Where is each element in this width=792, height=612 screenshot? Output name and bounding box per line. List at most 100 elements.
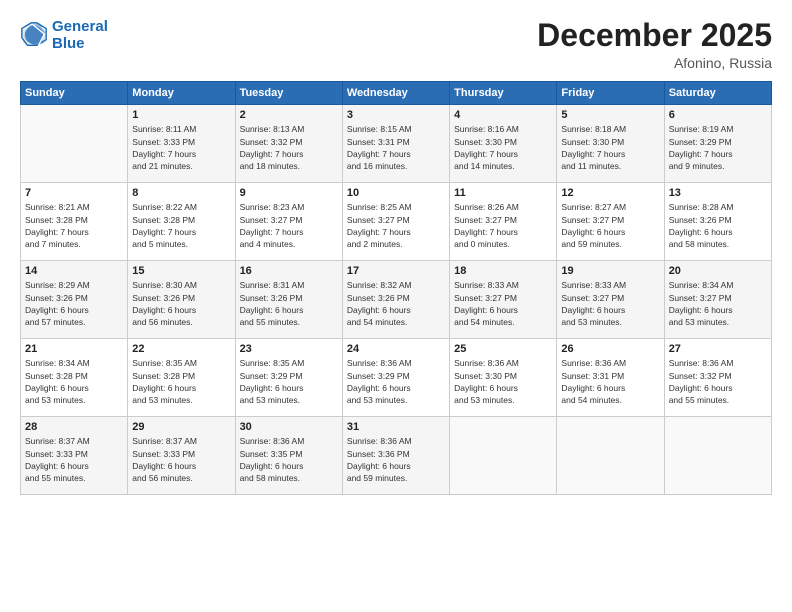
day-number: 10	[347, 187, 445, 199]
logo-icon	[20, 21, 48, 49]
day-info: Sunrise: 8:33 AM Sunset: 3:27 PM Dayligh…	[561, 279, 659, 328]
header: General Blue December 2025 Afonino, Russ…	[20, 18, 772, 71]
title-block: December 2025 Afonino, Russia	[537, 18, 772, 71]
day-cell: 17 Sunrise: 8:32 AM Sunset: 3:26 PM Dayli…	[342, 261, 449, 339]
day-info: Sunrise: 8:32 AM Sunset: 3:26 PM Dayligh…	[347, 279, 445, 328]
day-cell	[664, 417, 771, 495]
day-cell: 5Sunrise: 8:18 AM Sunset: 3:30 PM Daylig…	[557, 105, 664, 183]
day-number: 1	[132, 109, 230, 121]
day-info: Sunrise: 8:15 AM Sunset: 3:31 PM Dayligh…	[347, 123, 445, 172]
day-info: Sunrise: 8:37 AM Sunset: 3:33 PM Dayligh…	[132, 435, 230, 484]
header-day-friday: Friday	[557, 82, 664, 105]
day-info: Sunrise: 8:11 AM Sunset: 3:33 PM Dayligh…	[132, 123, 230, 172]
page: General Blue December 2025 Afonino, Russ…	[0, 0, 792, 612]
location: Afonino, Russia	[537, 55, 772, 71]
calendar-table: SundayMondayTuesdayWednesdayThursdayFrid…	[20, 81, 772, 495]
week-row-4: 21 Sunrise: 8:34 AM Sunset: 3:28 PM Dayli…	[21, 339, 772, 417]
week-row-2: 7Sunrise: 8:21 AM Sunset: 3:28 PM Daylig…	[21, 183, 772, 261]
day-cell: 24Sunrise: 8:36 AM Sunset: 3:29 PM Dayli…	[342, 339, 449, 417]
day-info: Sunrise: 8:26 AM Sunset: 3:27 PM Dayligh…	[454, 201, 552, 250]
day-number: 15	[132, 265, 230, 277]
day-number: 5	[561, 109, 659, 121]
day-info: Sunrise: 8:35 AM Sunset: 3:29 PM Dayligh…	[240, 357, 338, 406]
day-cell: 7Sunrise: 8:21 AM Sunset: 3:28 PM Daylig…	[21, 183, 128, 261]
day-cell: 9 Sunrise: 8:23 AM Sunset: 3:27 PM Daylig…	[235, 183, 342, 261]
day-number: 16	[240, 265, 338, 277]
day-cell: 14 Sunrise: 8:29 AM Sunset: 3:26 PM Dayli…	[21, 261, 128, 339]
day-number: 31	[347, 421, 445, 433]
day-cell: 8 Sunrise: 8:22 AM Sunset: 3:28 PM Daylig…	[128, 183, 235, 261]
day-cell: 21 Sunrise: 8:34 AM Sunset: 3:28 PM Dayli…	[21, 339, 128, 417]
month-title: December 2025	[537, 18, 772, 53]
day-info: Sunrise: 8:28 AM Sunset: 3:26 PM Dayligh…	[669, 201, 767, 250]
day-cell: 23Sunrise: 8:35 AM Sunset: 3:29 PM Dayli…	[235, 339, 342, 417]
day-cell: 1 Sunrise: 8:11 AM Sunset: 3:33 PM Daylig…	[128, 105, 235, 183]
day-cell: 2 Sunrise: 8:13 AM Sunset: 3:32 PM Daylig…	[235, 105, 342, 183]
day-number: 4	[454, 109, 552, 121]
day-info: Sunrise: 8:36 AM Sunset: 3:32 PM Dayligh…	[669, 357, 767, 406]
day-number: 8	[132, 187, 230, 199]
day-number: 21	[25, 343, 123, 355]
day-cell: 12 Sunrise: 8:27 AM Sunset: 3:27 PM Dayli…	[557, 183, 664, 261]
day-info: Sunrise: 8:37 AM Sunset: 3:33 PM Dayligh…	[25, 435, 123, 484]
day-info: Sunrise: 8:36 AM Sunset: 3:31 PM Dayligh…	[561, 357, 659, 406]
day-cell: 28 Sunrise: 8:37 AM Sunset: 3:33 PM Dayli…	[21, 417, 128, 495]
day-cell: 16 Sunrise: 8:31 AM Sunset: 3:26 PM Dayli…	[235, 261, 342, 339]
day-number: 9	[240, 187, 338, 199]
day-info: Sunrise: 8:25 AM Sunset: 3:27 PM Dayligh…	[347, 201, 445, 250]
day-number: 30	[240, 421, 338, 433]
day-number: 28	[25, 421, 123, 433]
day-number: 22	[132, 343, 230, 355]
day-number: 2	[240, 109, 338, 121]
header-day-sunday: Sunday	[21, 82, 128, 105]
day-number: 24	[347, 343, 445, 355]
day-info: Sunrise: 8:36 AM Sunset: 3:35 PM Dayligh…	[240, 435, 338, 484]
day-number: 17	[347, 265, 445, 277]
day-number: 3	[347, 109, 445, 121]
day-info: Sunrise: 8:35 AM Sunset: 3:28 PM Dayligh…	[132, 357, 230, 406]
day-info: Sunrise: 8:19 AM Sunset: 3:29 PM Dayligh…	[669, 123, 767, 172]
day-info: Sunrise: 8:27 AM Sunset: 3:27 PM Dayligh…	[561, 201, 659, 250]
day-number: 7	[25, 187, 123, 199]
day-info: Sunrise: 8:33 AM Sunset: 3:27 PM Dayligh…	[454, 279, 552, 328]
day-number: 13	[669, 187, 767, 199]
header-day-thursday: Thursday	[450, 82, 557, 105]
header-day-monday: Monday	[128, 82, 235, 105]
logo-text: General Blue	[52, 18, 108, 53]
day-info: Sunrise: 8:36 AM Sunset: 3:30 PM Dayligh…	[454, 357, 552, 406]
day-info: Sunrise: 8:36 AM Sunset: 3:36 PM Dayligh…	[347, 435, 445, 484]
day-info: Sunrise: 8:34 AM Sunset: 3:28 PM Dayligh…	[25, 357, 123, 406]
day-info: Sunrise: 8:22 AM Sunset: 3:28 PM Dayligh…	[132, 201, 230, 250]
day-cell	[450, 417, 557, 495]
day-number: 25	[454, 343, 552, 355]
day-info: Sunrise: 8:16 AM Sunset: 3:30 PM Dayligh…	[454, 123, 552, 172]
day-cell: 22 Sunrise: 8:35 AM Sunset: 3:28 PM Dayli…	[128, 339, 235, 417]
day-cell: 10 Sunrise: 8:25 AM Sunset: 3:27 PM Dayli…	[342, 183, 449, 261]
day-number: 12	[561, 187, 659, 199]
day-number: 29	[132, 421, 230, 433]
day-cell	[557, 417, 664, 495]
day-cell: 27 Sunrise: 8:36 AM Sunset: 3:32 PM Dayli…	[664, 339, 771, 417]
day-cell: 4 Sunrise: 8:16 AM Sunset: 3:30 PM Daylig…	[450, 105, 557, 183]
day-info: Sunrise: 8:13 AM Sunset: 3:32 PM Dayligh…	[240, 123, 338, 172]
day-info: Sunrise: 8:29 AM Sunset: 3:26 PM Dayligh…	[25, 279, 123, 328]
week-row-5: 28 Sunrise: 8:37 AM Sunset: 3:33 PM Dayli…	[21, 417, 772, 495]
day-cell: 15 Sunrise: 8:30 AM Sunset: 3:26 PM Dayli…	[128, 261, 235, 339]
header-day-saturday: Saturday	[664, 82, 771, 105]
day-number: 14	[25, 265, 123, 277]
day-cell: 6Sunrise: 8:19 AM Sunset: 3:29 PM Daylig…	[664, 105, 771, 183]
day-cell: 19Sunrise: 8:33 AM Sunset: 3:27 PM Dayli…	[557, 261, 664, 339]
day-cell	[21, 105, 128, 183]
day-info: Sunrise: 8:30 AM Sunset: 3:26 PM Dayligh…	[132, 279, 230, 328]
day-number: 27	[669, 343, 767, 355]
header-row: SundayMondayTuesdayWednesdayThursdayFrid…	[21, 82, 772, 105]
day-cell: 25 Sunrise: 8:36 AM Sunset: 3:30 PM Dayli…	[450, 339, 557, 417]
day-cell: 13 Sunrise: 8:28 AM Sunset: 3:26 PM Dayli…	[664, 183, 771, 261]
day-number: 20	[669, 265, 767, 277]
day-number: 11	[454, 187, 552, 199]
day-info: Sunrise: 8:23 AM Sunset: 3:27 PM Dayligh…	[240, 201, 338, 250]
day-cell: 20Sunrise: 8:34 AM Sunset: 3:27 PM Dayli…	[664, 261, 771, 339]
day-cell: 29 Sunrise: 8:37 AM Sunset: 3:33 PM Dayli…	[128, 417, 235, 495]
day-cell: 3 Sunrise: 8:15 AM Sunset: 3:31 PM Daylig…	[342, 105, 449, 183]
day-info: Sunrise: 8:31 AM Sunset: 3:26 PM Dayligh…	[240, 279, 338, 328]
